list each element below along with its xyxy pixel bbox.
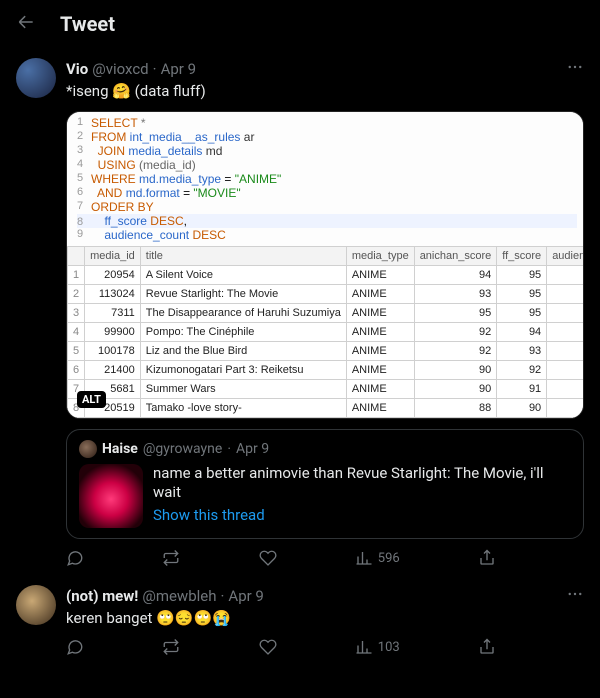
tweet-actions: 596 xyxy=(66,549,496,567)
results-table: media_id title media_type anichan_score … xyxy=(67,246,584,418)
col-title: title xyxy=(140,247,346,266)
reply-button[interactable] xyxy=(66,549,84,567)
tweet-main: Vio @vioxcd · Apr 9 *iseng 🤗 (data fluff… xyxy=(0,48,600,575)
username[interactable]: @vioxcd xyxy=(92,60,148,78)
table-row: 820519Tamako -love story-ANIME889017 xyxy=(68,399,585,418)
sql-code: 1SELECT * 2FROM int_media__as_rules ar 3… xyxy=(67,112,583,246)
quote-text: name a better animovie than Revue Starli… xyxy=(153,464,571,502)
show-thread-link[interactable]: Show this thread xyxy=(153,506,571,524)
table-row: 120954A Silent VoiceANIME949526 xyxy=(68,266,585,285)
like-button[interactable] xyxy=(259,549,277,567)
quote-date: Apr 9 xyxy=(236,441,269,457)
share-button[interactable] xyxy=(478,638,496,656)
more-icon[interactable] xyxy=(566,58,584,80)
dot-separator: · xyxy=(153,60,157,78)
col-media-id: media_id xyxy=(85,247,141,266)
quote-display-name: Haise xyxy=(102,441,138,457)
views-button[interactable]: 103 xyxy=(355,638,400,656)
like-button[interactable] xyxy=(259,638,277,656)
views-count: 103 xyxy=(378,640,400,655)
retweet-button[interactable] xyxy=(162,638,180,656)
table-row: 75681Summer WarsANIME909110 xyxy=(68,380,585,399)
quote-username: @gyrowayne xyxy=(143,441,222,457)
col-audience-count: audience_count xyxy=(547,247,584,266)
code-screenshot[interactable]: 1SELECT * 2FROM int_media__as_rules ar 3… xyxy=(66,111,584,419)
quote-tweet[interactable]: Haise @gyrowayne · Apr 9 name a better a… xyxy=(66,429,584,539)
views-button[interactable]: 596 xyxy=(355,549,400,567)
table-header-row: media_id title media_type anichan_score … xyxy=(68,247,585,266)
quote-thumbnail xyxy=(79,464,143,528)
tweet-date[interactable]: Apr 9 xyxy=(161,60,196,78)
table-row: 37311The Disappearance of Haruhi Suzumiy… xyxy=(68,304,585,323)
page-title: Tweet xyxy=(60,12,115,36)
col-ff-score: ff_score xyxy=(497,247,547,266)
tweet-reply: (not) mew! @mewbleh · Apr 9 keren banget… xyxy=(0,575,600,664)
share-button[interactable] xyxy=(478,549,496,567)
tweet-text: *iseng 🤗 (data fluff) xyxy=(66,82,584,101)
username[interactable]: @mewbleh xyxy=(142,587,216,605)
views-count: 596 xyxy=(378,551,400,566)
table-row: 621400Kizumonogatari Part 3: ReiketsuANI… xyxy=(68,361,585,380)
table-row: 5100178Liz and the Blue BirdANIME929315 xyxy=(68,342,585,361)
tweet-actions: 103 xyxy=(66,638,496,656)
page-header: Tweet xyxy=(0,0,600,48)
table-row: 2113024Revue Starlight: The MovieANIME93… xyxy=(68,285,585,304)
display-name[interactable]: (not) mew! xyxy=(66,587,138,605)
back-icon[interactable] xyxy=(16,12,36,36)
quote-avatar xyxy=(79,440,97,458)
retweet-button[interactable] xyxy=(162,549,180,567)
col-media-type: media_type xyxy=(346,247,414,266)
reply-button[interactable] xyxy=(66,638,84,656)
col-anichan-score: anichan_score xyxy=(414,247,497,266)
more-icon[interactable] xyxy=(566,585,584,607)
avatar[interactable] xyxy=(16,58,56,98)
display-name[interactable]: Vio xyxy=(66,60,88,78)
tweet-text: keren banget 🙄😔🙄😭 xyxy=(66,609,584,628)
alt-badge[interactable]: ALT xyxy=(77,391,106,408)
tweet-date[interactable]: Apr 9 xyxy=(228,587,263,605)
avatar[interactable] xyxy=(16,585,56,625)
tweet-header: Vio @vioxcd · Apr 9 xyxy=(66,58,584,80)
table-row: 499900Pompo: The CinéphileANIME92949 xyxy=(68,323,585,342)
